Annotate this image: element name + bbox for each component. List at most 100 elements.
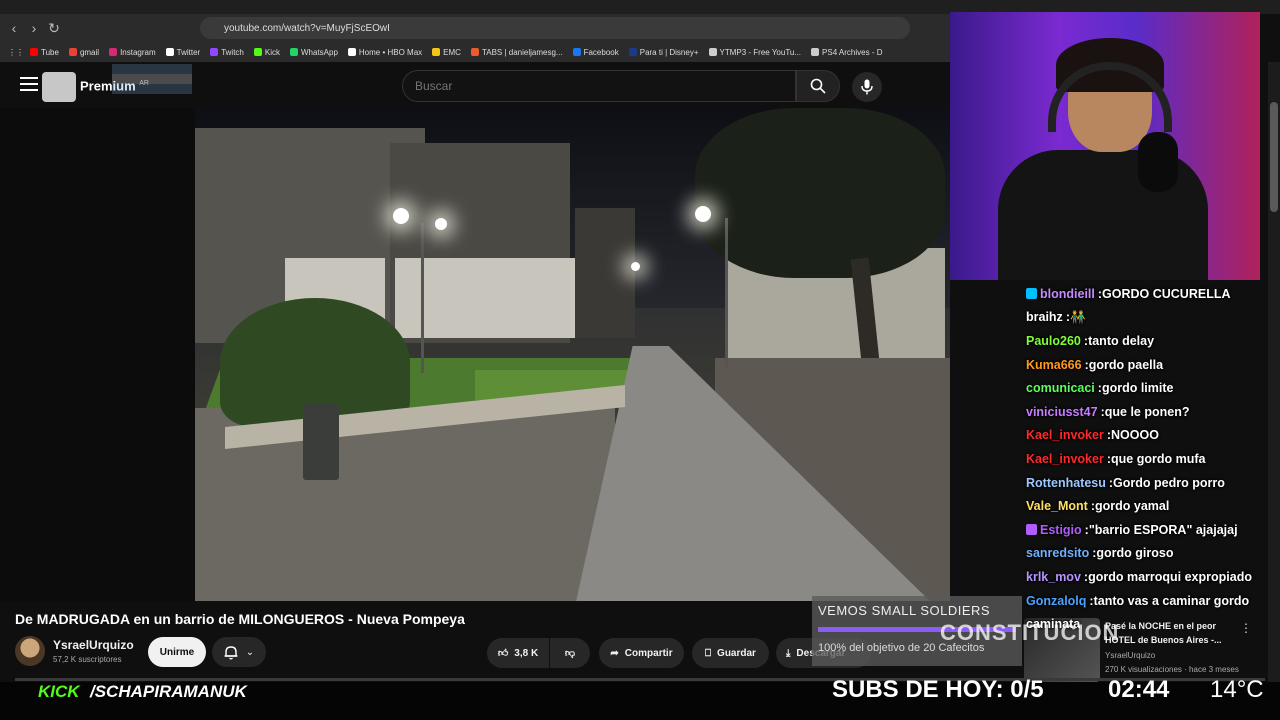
- chat-text: tanto vas a caminar gordo: [1093, 593, 1250, 608]
- chevron-down-icon: ⌄: [245, 646, 255, 658]
- bookmark-favicon-icon: [470, 48, 479, 56]
- thumbs-up-icon: 👍︎: [497, 648, 509, 659]
- chat-message: viniciusst47: que le ponen?: [1020, 400, 1268, 424]
- bookmark-item[interactable]: EMC: [432, 48, 461, 57]
- bookmark-item[interactable]: Twitter: [165, 48, 200, 57]
- chat-text: gordo paella: [1088, 357, 1164, 372]
- scrollbar[interactable]: [1268, 62, 1280, 682]
- bookmark-item[interactable]: gmail: [68, 47, 100, 57]
- recommended-channel[interactable]: YsraelUrquizo: [1105, 651, 1155, 660]
- bookmark-item[interactable]: YTMP3 - Free YouTu...: [708, 47, 802, 57]
- back-icon[interactable]: ‹: [4, 18, 24, 38]
- bell-icon: [224, 645, 238, 659]
- search-icon: [810, 78, 826, 94]
- streamer: [998, 32, 1208, 280]
- video-lamp: [631, 262, 640, 271]
- chat-username: Rottenhatesu: [1026, 475, 1106, 490]
- channel-name[interactable]: YsraelUrquizo: [53, 638, 134, 652]
- stream-clock: 02:44: [1108, 676, 1170, 703]
- bookmark-label: Tube: [41, 47, 59, 57]
- share-icon: ➦: [610, 647, 619, 659]
- video-trash-bin: [303, 404, 339, 480]
- bookmark-label: EMC: [443, 47, 461, 57]
- thumbs-down-icon: 👎︎: [564, 648, 576, 659]
- chat-message: krlk_mov: gordo marroqui expropiado: [1020, 565, 1268, 589]
- video-player[interactable]: [195, 108, 950, 601]
- chat-text: 👬: [1069, 309, 1086, 324]
- chat-text: que gordo mufa: [1111, 451, 1206, 466]
- bookmark-item[interactable]: PS4 Archives - D: [811, 48, 883, 57]
- bookmark-label: gmail: [79, 47, 100, 57]
- bookmark-favicon-icon: [109, 48, 118, 56]
- bookmark-item[interactable]: Kick: [253, 47, 280, 57]
- chat-text: gordo limite: [1101, 381, 1174, 396]
- bookmark-favicon-icon: [811, 48, 820, 56]
- chat-username: blondieill: [1040, 286, 1095, 301]
- address-bar[interactable]: youtube.com/watch?v=MuyFjScEOwI: [200, 17, 910, 39]
- stream-info-bar: KICK /SCHAPIRAMANUK SUBS DE HOY: 0/5 02:…: [0, 676, 1280, 720]
- bookmark-favicon-icon: [432, 48, 441, 56]
- microphone: [1138, 132, 1178, 192]
- bookmark-item[interactable]: Twitch: [210, 48, 244, 57]
- bookmark-item[interactable]: TABS | danieljamesg...: [470, 48, 563, 57]
- chat-text: que le ponen?: [1104, 404, 1190, 419]
- forward-icon[interactable]: ›: [24, 18, 44, 38]
- url-text: youtube.com/watch?v=MuyFjScEOwI: [224, 22, 390, 34]
- search-button[interactable]: [796, 70, 840, 102]
- dislike-button[interactable]: 👎︎: [550, 638, 590, 668]
- save-icon: ⎕: [705, 647, 712, 659]
- bookmark-favicon-icon: [210, 48, 219, 56]
- share-button[interactable]: ➦ Compartir: [599, 638, 684, 668]
- video-building: [575, 208, 635, 338]
- video-lamp: [393, 208, 409, 224]
- bookmark-label: Para ti | Disney+: [639, 47, 699, 57]
- goal-title: VEMOS SMALL SOLDIERS: [818, 603, 991, 618]
- chat-username: Kael_invoker: [1026, 451, 1104, 466]
- chat-message: comunicaci: gordo limite: [1020, 376, 1268, 400]
- chat-username: Kuma666: [1026, 357, 1082, 372]
- bookmark-label: YTMP3 - Free YouTu...: [719, 47, 802, 57]
- bookmark-item[interactable]: Home • HBO Max: [347, 48, 422, 57]
- webcam-overlay: [950, 12, 1260, 280]
- bookmark-label: WhatsApp: [301, 47, 338, 57]
- bookmark-item[interactable]: Facebook: [572, 47, 619, 57]
- scrollbar-thumb[interactable]: [1270, 102, 1278, 212]
- notification-button[interactable]: ⌄: [212, 637, 266, 667]
- bookmark-item[interactable]: Para ti | Disney+: [628, 47, 699, 57]
- channel-subscribers: 57,2 K suscriptores: [53, 655, 122, 664]
- apps-icon[interactable]: ⋮⋮: [8, 48, 24, 57]
- chat-message: Paulo260: tanto delay: [1020, 329, 1268, 353]
- download-icon: ⤓: [786, 647, 791, 659]
- bookmark-label: Kick: [264, 47, 280, 57]
- kick-logo: KICK: [38, 682, 80, 701]
- chat-username: comunicaci: [1026, 381, 1095, 396]
- chat-message: sanredsito: gordo giroso: [1020, 542, 1268, 566]
- bookmark-favicon-icon: [628, 48, 637, 56]
- chat-message: Rottenhatesu: Gordo pedro porro: [1020, 471, 1268, 495]
- join-button[interactable]: Unirme: [148, 637, 206, 667]
- streamer-logo-overlay: [42, 72, 76, 102]
- chat-text: gordo marroqui expropiado: [1088, 569, 1252, 584]
- search-input[interactable]: [402, 70, 796, 102]
- like-button[interactable]: 👍︎ 3,8 K: [487, 638, 549, 668]
- chat-badge-icon: [1026, 524, 1037, 536]
- video-title: De MADRUGADA en un barrio de MILONGUEROS…: [15, 611, 465, 627]
- chat-text: gordo yamal: [1095, 499, 1170, 514]
- overlay-location-text: CONSTITUCION: [940, 620, 1120, 645]
- save-button[interactable]: ⎕ Guardar: [692, 638, 769, 668]
- chat-text: NOOOO: [1111, 428, 1159, 443]
- chat-username: sanredsito: [1026, 546, 1090, 561]
- bookmark-item[interactable]: Instagram: [109, 48, 156, 57]
- menu-icon[interactable]: [20, 77, 38, 91]
- bookmark-item[interactable]: WhatsApp: [290, 48, 338, 57]
- bookmark-label: Instagram: [120, 47, 156, 57]
- reload-icon[interactable]: ↻: [44, 18, 64, 38]
- channel-avatar[interactable]: [15, 636, 45, 666]
- video-lamppost: [421, 223, 424, 373]
- video-lamp: [435, 218, 447, 230]
- voice-search-button[interactable]: [852, 72, 882, 102]
- chat-message: Estigio: "barrio ESPORA" ajajajaj: [1020, 518, 1268, 542]
- bookmark-label: Facebook: [583, 47, 619, 57]
- chat-message: blondieill: GORDO CUCURELLA: [1020, 282, 1268, 306]
- bookmark-item[interactable]: Tube: [30, 48, 59, 57]
